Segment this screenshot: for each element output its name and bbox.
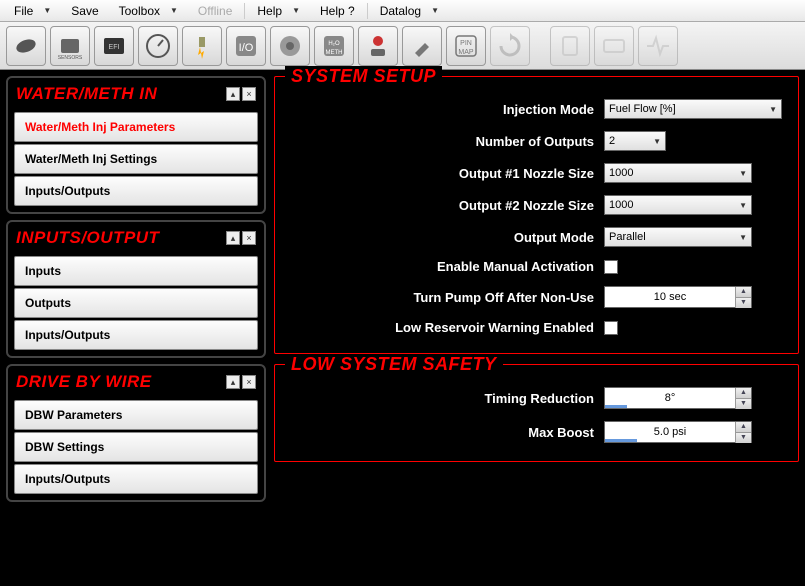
tool-sync-icon[interactable] xyxy=(490,26,530,66)
menu-file[interactable]: File▼ xyxy=(4,2,61,20)
svg-text:METH: METH xyxy=(326,50,343,56)
nav-io[interactable]: Inputs/Outputs xyxy=(14,320,258,350)
label-injection-mode: Injection Mode xyxy=(503,102,594,117)
svg-text:H₂O: H₂O xyxy=(328,41,340,47)
check-low-reservoir[interactable] xyxy=(604,321,618,335)
select-injection-mode[interactable]: Fuel Flow [%] xyxy=(604,99,782,119)
nav-wm-parameters[interactable]: Water/Meth Inj Parameters xyxy=(14,112,258,142)
group-title: LOW SYSTEM SAFETY xyxy=(285,354,503,375)
tool-h2o-meth-icon[interactable]: H₂O METH xyxy=(314,26,354,66)
spinner-down-icon[interactable]: ▼ xyxy=(735,433,751,443)
select-num-outputs[interactable]: 2 xyxy=(604,131,666,151)
label-enable-manual: Enable Manual Activation xyxy=(437,259,594,274)
nav-outputs[interactable]: Outputs xyxy=(14,288,258,318)
tool-turbo-icon[interactable] xyxy=(270,26,310,66)
select-output-mode[interactable]: Parallel xyxy=(604,227,752,247)
menu-toolbox[interactable]: Toolbox▼ xyxy=(109,2,188,20)
label-low-reservoir: Low Reservoir Warning Enabled xyxy=(395,320,594,335)
svg-text:MAP: MAP xyxy=(458,49,474,56)
tool-gauge-icon[interactable] xyxy=(138,26,178,66)
menubar: File▼ Save Toolbox▼ Offline Help▼ Help ?… xyxy=(0,0,805,22)
nav-wm-settings[interactable]: Water/Meth Inj Settings xyxy=(14,144,258,174)
tool-clipboard-icon xyxy=(550,26,590,66)
svg-text:PIN: PIN xyxy=(460,40,472,47)
panel-collapse-icon[interactable]: ▴ xyxy=(226,375,240,389)
menu-help-q[interactable]: Help ? xyxy=(310,2,365,20)
tool-efi-icon[interactable]: EFI xyxy=(94,26,134,66)
tool-joystick-icon[interactable] xyxy=(358,26,398,66)
menu-help[interactable]: Help▼ xyxy=(247,2,310,20)
nav-dbw-settings[interactable]: DBW Settings xyxy=(14,432,258,462)
tool-wrench-icon[interactable] xyxy=(402,26,442,66)
panel-title: DRIVE BY WIRE xyxy=(16,372,152,392)
panel-close-icon[interactable]: × xyxy=(242,231,256,245)
tool-io-icon[interactable]: I/O xyxy=(226,26,266,66)
panel-close-icon[interactable]: × xyxy=(242,375,256,389)
spinner-down-icon[interactable]: ▼ xyxy=(735,298,751,308)
nav-dbw-io[interactable]: Inputs/Outputs xyxy=(14,464,258,494)
main-area: WATER/METH IN ▴ × Water/Meth Inj Paramet… xyxy=(0,70,805,586)
spinner-up-icon[interactable]: ▲ xyxy=(735,287,751,298)
tool-spark-icon[interactable] xyxy=(182,26,222,66)
panel-title: WATER/METH IN xyxy=(16,84,157,104)
svg-text:I/O: I/O xyxy=(239,42,254,54)
panel-title: INPUTS/OUTPUT xyxy=(16,228,159,248)
tool-pinmap-icon[interactable]: PIN MAP xyxy=(446,26,486,66)
nav-inputs[interactable]: Inputs xyxy=(14,256,258,286)
tool-dash-icon xyxy=(594,26,634,66)
group-low-safety: LOW SYSTEM SAFETY Timing Reduction 8° ▲▼… xyxy=(274,364,799,462)
nav-dbw-params[interactable]: DBW Parameters xyxy=(14,400,258,430)
panel-collapse-icon[interactable]: ▴ xyxy=(226,87,240,101)
panel-collapse-icon[interactable]: ▴ xyxy=(226,231,240,245)
label-max-boost: Max Boost xyxy=(528,425,594,440)
tool-ecu-icon[interactable]: SENSORS xyxy=(50,26,90,66)
spinner-up-icon[interactable]: ▲ xyxy=(735,422,751,433)
select-nozzle2[interactable]: 1000 xyxy=(604,195,752,215)
check-enable-manual[interactable] xyxy=(604,260,618,274)
label-timing: Timing Reduction xyxy=(484,391,594,406)
panel-inputs-output: INPUTS/OUTPUT ▴ × Inputs Outputs Inputs/… xyxy=(6,220,266,358)
spinner-pump-off[interactable]: 10 sec ▲▼ xyxy=(604,286,752,308)
spinner-up-icon[interactable]: ▲ xyxy=(735,388,751,399)
sidebar: WATER/METH IN ▴ × Water/Meth Inj Paramet… xyxy=(6,76,266,580)
nav-wm-io[interactable]: Inputs/Outputs xyxy=(14,176,258,206)
label-output-mode: Output Mode xyxy=(514,230,594,245)
svg-text:EFI: EFI xyxy=(109,44,120,51)
menu-offline: Offline xyxy=(188,2,242,20)
label-nozzle1: Output #1 Nozzle Size xyxy=(459,166,594,181)
spinner-max-boost[interactable]: 5.0 psi ▲▼ xyxy=(604,421,752,443)
panel-drive-by-wire: DRIVE BY WIRE ▴ × DBW Parameters DBW Set… xyxy=(6,364,266,502)
select-nozzle1[interactable]: 1000 xyxy=(604,163,752,183)
label-num-outputs: Number of Outputs xyxy=(476,134,594,149)
tool-pulse-icon xyxy=(638,26,678,66)
group-system-setup: SYSTEM SETUP Injection Mode Fuel Flow [%… xyxy=(274,76,799,354)
panel-close-icon[interactable]: × xyxy=(242,87,256,101)
menu-save[interactable]: Save xyxy=(61,2,108,20)
svg-text:SENSORS: SENSORS xyxy=(58,55,83,61)
spinner-down-icon[interactable]: ▼ xyxy=(735,399,751,409)
label-nozzle2: Output #2 Nozzle Size xyxy=(459,198,594,213)
menu-datalog[interactable]: Datalog▼ xyxy=(370,2,449,20)
tool-sensors-icon[interactable] xyxy=(6,26,46,66)
label-pump-off: Turn Pump Off After Non-Use xyxy=(413,290,594,305)
toolbar: SENSORS EFI I/O H₂O METH PIN MAP xyxy=(0,22,805,70)
spinner-timing[interactable]: 8° ▲▼ xyxy=(604,387,752,409)
group-title: SYSTEM SETUP xyxy=(285,66,442,87)
content: SYSTEM SETUP Injection Mode Fuel Flow [%… xyxy=(274,76,799,580)
panel-water-meth: WATER/METH IN ▴ × Water/Meth Inj Paramet… xyxy=(6,76,266,214)
